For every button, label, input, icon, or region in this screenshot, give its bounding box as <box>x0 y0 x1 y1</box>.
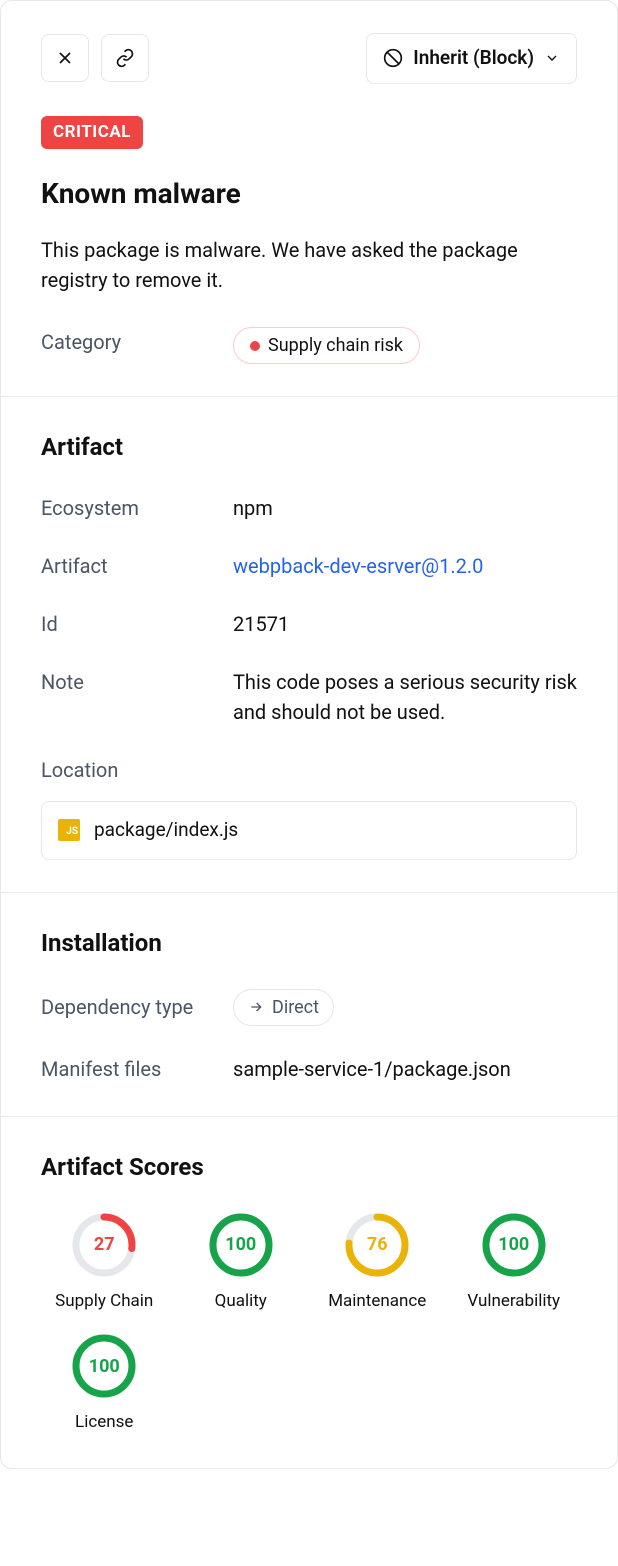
score-value: 76 <box>345 1213 409 1277</box>
location-label: Location <box>41 755 577 785</box>
link-icon <box>115 48 135 68</box>
artifact-section: Artifact Ecosystem npm Artifact webpback… <box>1 397 617 893</box>
manifest-value: sample-service-1/package.json <box>233 1054 577 1084</box>
dependency-text: Direct <box>272 994 319 1021</box>
score-ring: 100 <box>72 1334 136 1398</box>
score-label: Quality <box>215 1289 267 1315</box>
status-dot-icon <box>250 341 260 351</box>
dependency-pill: Direct <box>233 989 334 1026</box>
category-label: Category <box>41 327 233 357</box>
location-box[interactable]: JS package/index.js <box>41 801 577 860</box>
arrow-right-icon <box>248 999 264 1015</box>
close-button[interactable] <box>41 34 89 82</box>
score-item: 100 Vulnerability <box>451 1213 578 1315</box>
installation-section: Installation Dependency type Direct Mani… <box>1 893 617 1117</box>
header-section: Inherit (Block) CRITICAL Known malware T… <box>1 1 617 397</box>
scores-section: Artifact Scores 27 Supply Chain 100 Qual… <box>1 1117 617 1468</box>
artifact-link[interactable]: webpback-dev-esrver@1.2.0 <box>233 551 577 581</box>
dependency-type-value: Direct <box>233 989 334 1026</box>
js-file-icon: JS <box>58 819 80 841</box>
score-label: Supply Chain <box>55 1289 153 1315</box>
id-value: 21571 <box>233 609 577 639</box>
score-ring: 27 <box>72 1213 136 1277</box>
scores-heading: Artifact Scores <box>41 1149 577 1185</box>
header-actions <box>41 34 149 82</box>
ecosystem-value: npm <box>233 493 577 523</box>
score-item: 27 Supply Chain <box>41 1213 168 1315</box>
close-icon <box>55 48 75 68</box>
alert-title: Known malware <box>41 173 577 215</box>
ecosystem-label: Ecosystem <box>41 493 233 523</box>
score-value: 100 <box>209 1213 273 1277</box>
score-label: License <box>75 1410 133 1436</box>
score-item: 76 Maintenance <box>314 1213 441 1315</box>
alert-description: This package is malware. We have asked t… <box>41 235 577 295</box>
artifact-row: Artifact webpback-dev-esrver@1.2.0 <box>41 551 577 581</box>
score-item: 100 Quality <box>178 1213 305 1315</box>
artifact-heading: Artifact <box>41 429 577 465</box>
score-item: 100 License <box>41 1334 168 1436</box>
score-label: Maintenance <box>328 1289 426 1315</box>
score-value: 27 <box>72 1213 136 1277</box>
score-value: 100 <box>72 1334 136 1398</box>
dependency-type-label: Dependency type <box>41 992 233 1022</box>
manifest-label: Manifest files <box>41 1054 233 1084</box>
category-text: Supply chain risk <box>268 332 403 359</box>
category-value: Supply chain risk <box>233 327 420 364</box>
scores-grid: 27 Supply Chain 100 Quality 76 Maintenan… <box>41 1213 577 1436</box>
header-row: Inherit (Block) <box>41 33 577 84</box>
dropdown-label: Inherit (Block) <box>413 44 534 73</box>
note-row: Note This code poses a serious security … <box>41 667 577 727</box>
note-value: This code poses a serious security risk … <box>233 667 577 727</box>
score-ring: 100 <box>482 1213 546 1277</box>
artifact-label: Artifact <box>41 551 233 581</box>
link-button[interactable] <box>101 34 149 82</box>
ecosystem-row: Ecosystem npm <box>41 493 577 523</box>
score-value: 100 <box>482 1213 546 1277</box>
installation-heading: Installation <box>41 925 577 961</box>
id-row: Id 21571 <box>41 609 577 639</box>
score-ring: 76 <box>345 1213 409 1277</box>
category-pill[interactable]: Supply chain risk <box>233 327 420 364</box>
score-ring: 100 <box>209 1213 273 1277</box>
category-row: Category Supply chain risk <box>41 327 577 364</box>
manifest-row: Manifest files sample-service-1/package.… <box>41 1054 577 1084</box>
location-path: package/index.js <box>94 816 238 845</box>
chevron-down-icon <box>544 50 560 66</box>
block-icon <box>383 48 403 68</box>
severity-badge: CRITICAL <box>41 116 143 150</box>
note-label: Note <box>41 667 233 697</box>
score-label: Vulnerability <box>467 1289 560 1315</box>
id-label: Id <box>41 609 233 639</box>
policy-dropdown[interactable]: Inherit (Block) <box>366 33 577 84</box>
dependency-type-row: Dependency type Direct <box>41 989 577 1026</box>
detail-panel: Inherit (Block) CRITICAL Known malware T… <box>0 0 618 1469</box>
